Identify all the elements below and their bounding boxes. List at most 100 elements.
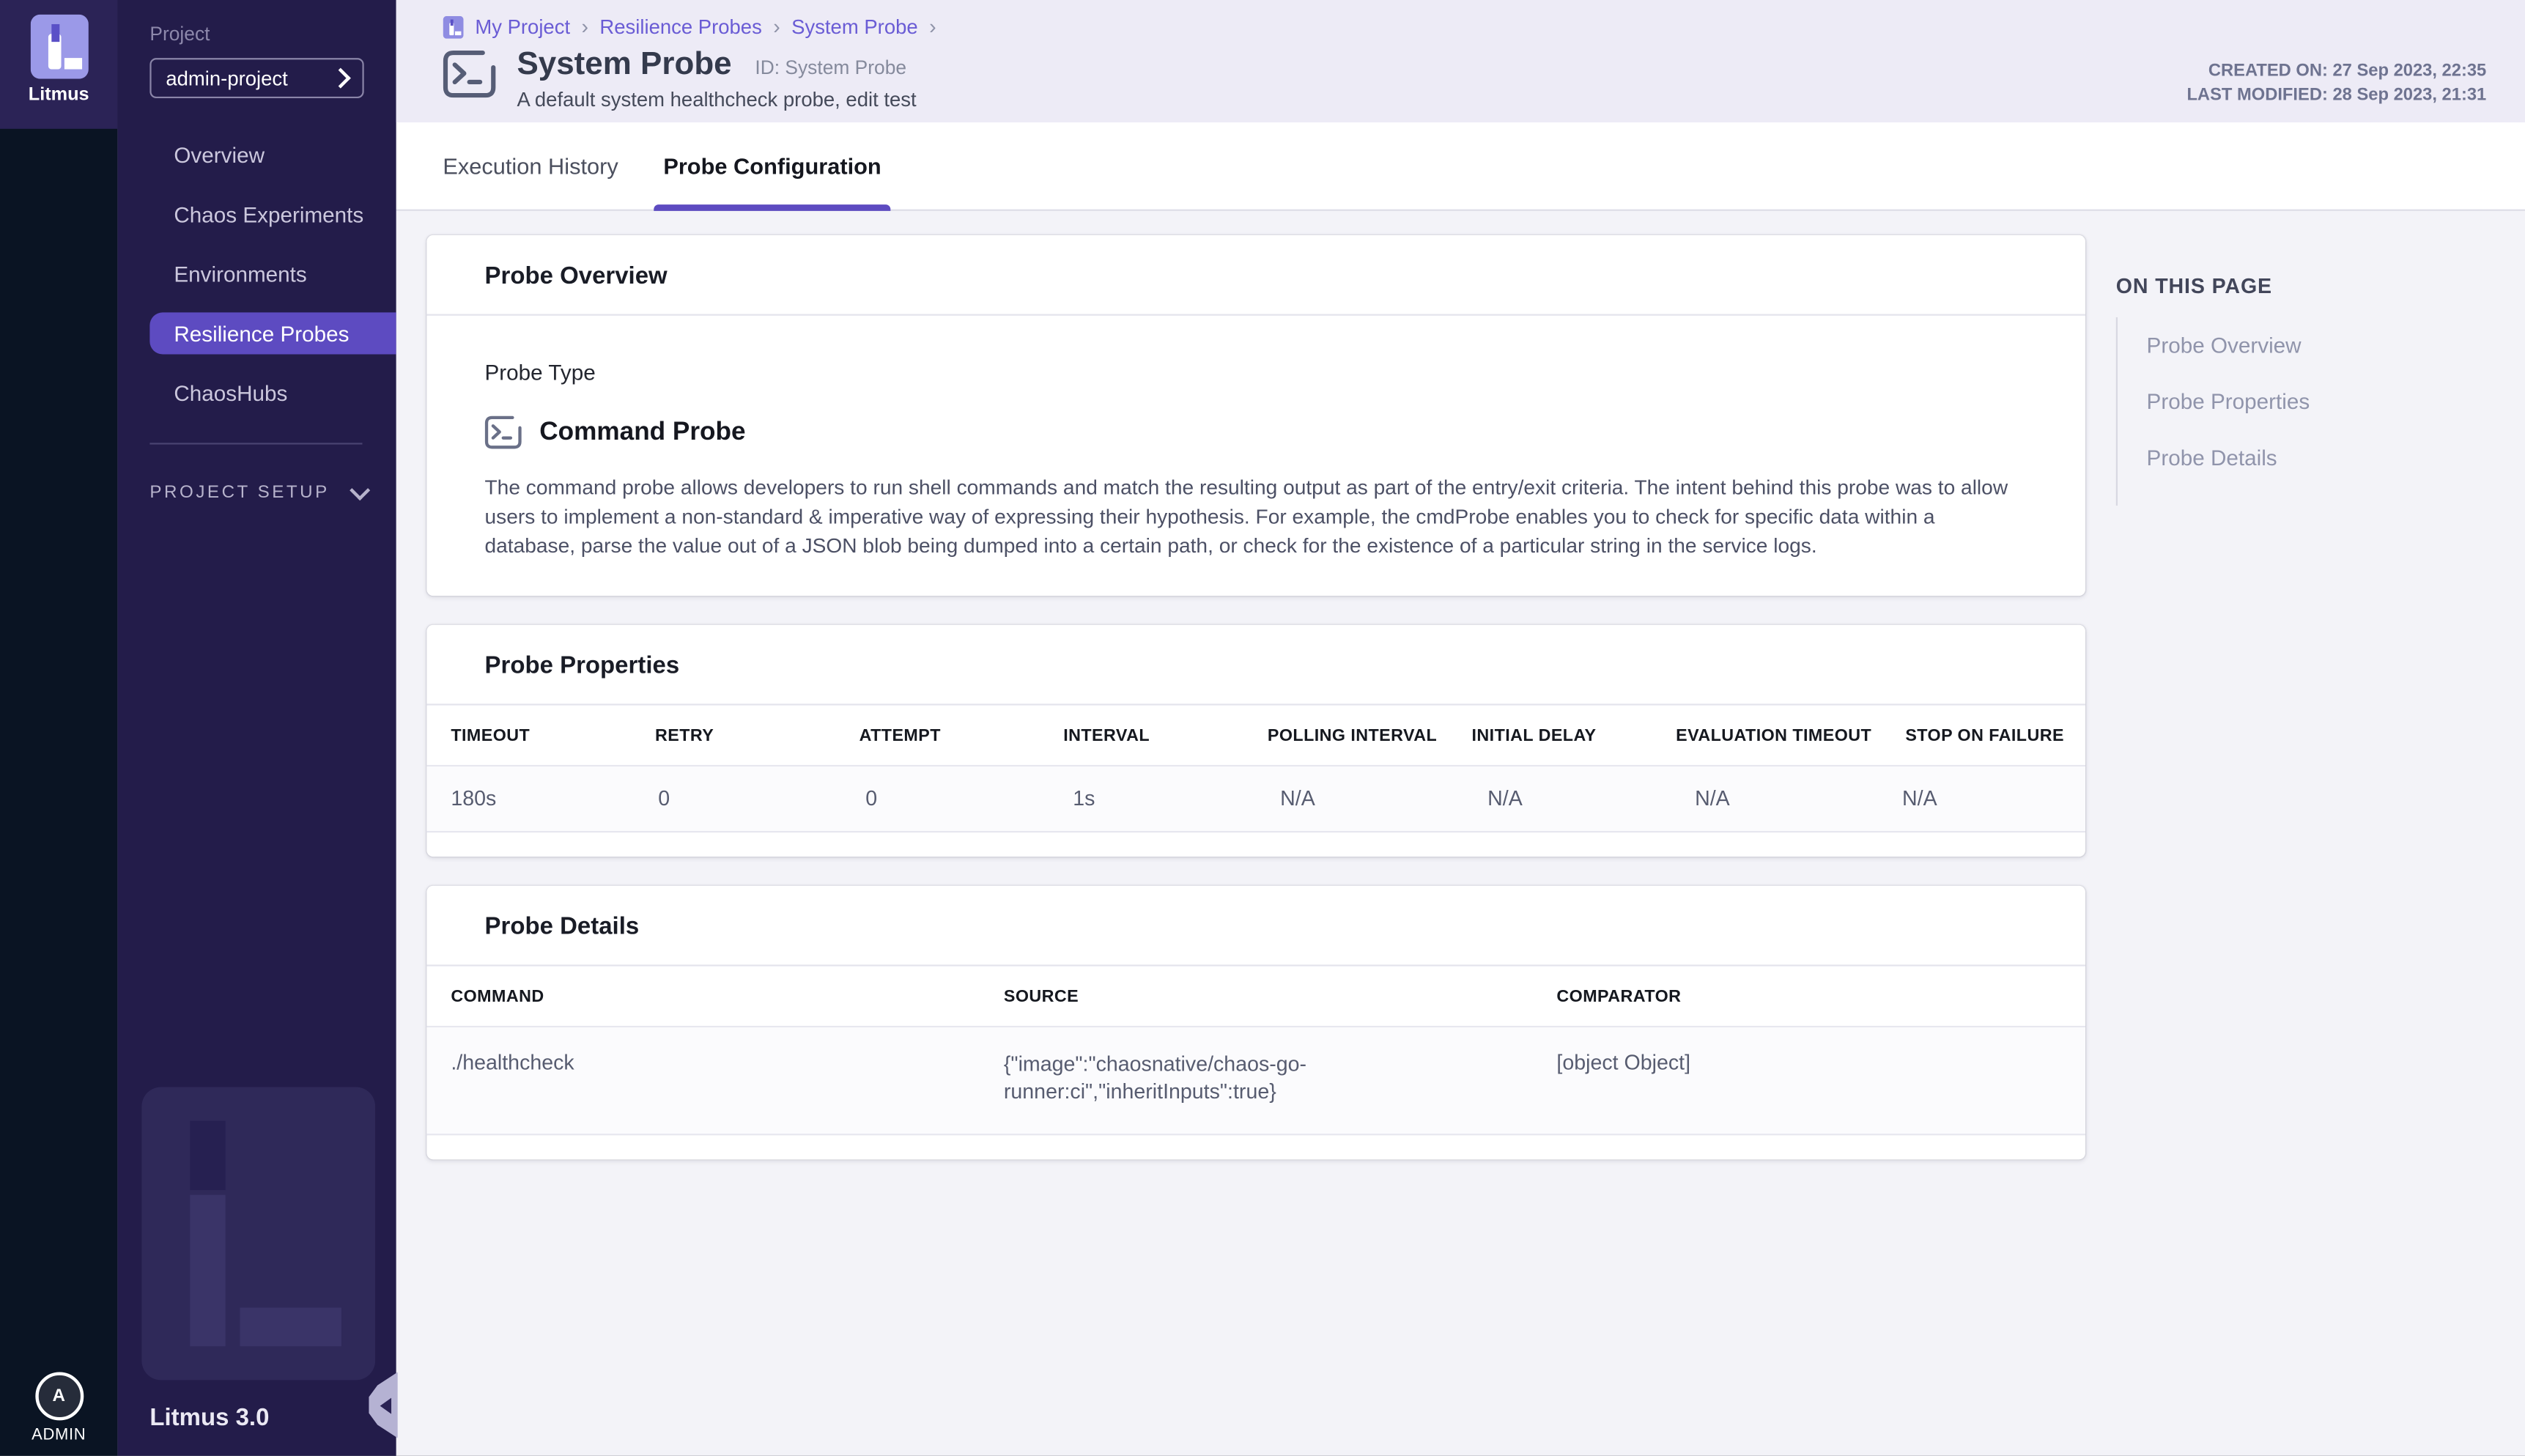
- comparator-value: [object Object]: [1532, 1027, 2085, 1134]
- on-this-page-panel: ON THIS PAGE Probe Overview Probe Proper…: [2116, 235, 2518, 506]
- column-header: POLLING INTERVAL: [1243, 706, 1448, 765]
- breadcrumb-link-resilience-probes[interactable]: Resilience Probes: [599, 15, 761, 38]
- card-heading: Probe Details: [426, 886, 2085, 967]
- admin-label: ADMIN: [32, 1427, 86, 1444]
- litmus-app: Litmus A ADMIN Project admin-project Ove…: [0, 0, 2525, 1456]
- on-this-page-heading: ON THIS PAGE: [2116, 274, 2518, 298]
- column-header: ATTEMPT: [835, 706, 1040, 765]
- chevron-right-icon: [330, 68, 351, 89]
- toc-link-probe-details[interactable]: Probe Details: [2147, 446, 2519, 470]
- column-header: EVALUATION TIMEOUT: [1652, 706, 1881, 765]
- probe-overview-body: Probe Type Command Probe The command pro…: [426, 316, 2085, 596]
- tab-probe-configuration[interactable]: Probe Configuration: [654, 122, 891, 210]
- breadcrumb-link-system-probe[interactable]: System Probe: [791, 15, 918, 38]
- card-heading: Probe Overview: [426, 235, 2085, 316]
- watermark-shape: [240, 1308, 341, 1347]
- terminal-icon: [443, 50, 496, 98]
- probe-subtitle: A default system healthcheck probe, edit…: [517, 89, 916, 111]
- tab-label: Probe Configuration: [663, 153, 881, 179]
- sidebar-item-label: Chaos Experiments: [174, 202, 363, 226]
- timeout-value: 180s: [426, 766, 634, 831]
- project-selector[interactable]: admin-project: [149, 58, 363, 98]
- admin-profile[interactable]: A ADMIN: [0, 1372, 117, 1444]
- probe-details-card: Probe Details COMMAND SOURCE COMPARATOR …: [426, 886, 2085, 1160]
- retry-value: 0: [634, 766, 841, 831]
- tab-label: Execution History: [443, 153, 618, 179]
- project-name: admin-project: [166, 67, 287, 89]
- attempt-value: 0: [841, 766, 1049, 831]
- toc-link-probe-overview[interactable]: Probe Overview: [2147, 333, 2519, 358]
- litmus-logo-label: Litmus: [29, 85, 89, 104]
- page-header: My Project › Resilience Probes › System …: [396, 0, 2525, 122]
- cards-column: Probe Overview Probe Type Command Probe …: [426, 235, 2085, 1189]
- sidebar-item-overview[interactable]: Overview: [117, 133, 396, 175]
- sidebar-item-label: Environments: [174, 262, 306, 286]
- probe-type-name: Command Probe: [539, 418, 745, 447]
- title-block: System Probe ID: System Probe A default …: [517, 47, 916, 111]
- sidebar-item-label: Resilience Probes: [174, 321, 349, 345]
- probe-type-row: Command Probe: [485, 415, 2027, 449]
- column-header: COMMAND: [426, 967, 980, 1026]
- probe-id-label: ID: System Probe: [755, 56, 906, 79]
- sidebar-item-label: ChaosHubs: [174, 381, 287, 405]
- evaluation-timeout-value: N/A: [1671, 766, 1878, 831]
- tab-bar: Execution History Probe Configuration: [396, 122, 2525, 211]
- litmus-logo[interactable]: Litmus: [0, 0, 117, 129]
- sidebar-item-environments[interactable]: Environments: [117, 253, 396, 295]
- details-header-row: COMMAND SOURCE COMPARATOR: [426, 967, 2085, 1028]
- card-footer-spacer: [426, 832, 2085, 857]
- avatar: A: [34, 1372, 83, 1420]
- created-on: CREATED ON: 27 Sep 2023, 22:35: [2186, 59, 2486, 83]
- terminal-icon: [485, 415, 522, 449]
- card-footer-spacer: [426, 1135, 2085, 1159]
- tab-content: Probe Overview Probe Type Command Probe …: [396, 211, 2525, 1456]
- sidebar-item-label: Overview: [174, 142, 265, 166]
- left-rail: Litmus A ADMIN: [0, 0, 117, 1456]
- probe-overview-card: Probe Overview Probe Type Command Probe …: [426, 235, 2085, 596]
- command-value: ./healthcheck: [426, 1027, 980, 1134]
- column-header: STOP ON FAILURE: [1881, 706, 2085, 765]
- sidebar-nav: Overview Chaos Experiments Environments …: [117, 133, 396, 413]
- sidebar-divider: [149, 443, 362, 444]
- sidebar-item-chaoshubs[interactable]: ChaosHubs: [117, 372, 396, 414]
- page-title: System Probe: [517, 47, 731, 82]
- probe-type-label: Probe Type: [485, 361, 2027, 385]
- column-header: INTERVAL: [1039, 706, 1243, 765]
- watermark-shape: [190, 1121, 225, 1191]
- source-json: {"image":"chaosnative/chaos-go-runner:ci…: [1004, 1050, 1345, 1105]
- breadcrumb-separator: ›: [581, 15, 588, 39]
- tab-execution-history[interactable]: Execution History: [433, 122, 628, 210]
- sidebar: Project admin-project Overview Chaos Exp…: [117, 0, 396, 1456]
- polling-interval-value: N/A: [1256, 766, 1463, 831]
- initial-delay-value: N/A: [1463, 766, 1671, 831]
- main-area: My Project › Resilience Probes › System …: [396, 0, 2525, 1456]
- litmus-logo-icon: [30, 15, 88, 79]
- watermark-shape: [190, 1195, 225, 1347]
- column-header: SOURCE: [980, 967, 1533, 1026]
- source-value: {"image":"chaosnative/chaos-go-runner:ci…: [980, 1027, 1533, 1134]
- project-label: Project: [149, 23, 396, 45]
- sidebar-item-resilience-probes[interactable]: Resilience Probes: [149, 312, 396, 354]
- project-setup-toggle[interactable]: PROJECT SETUP: [149, 483, 396, 502]
- collapse-arrow-icon: [380, 1397, 391, 1413]
- breadcrumb-separator: ›: [773, 15, 780, 39]
- chevron-down-icon: [349, 480, 369, 500]
- project-setup-label: PROJECT SETUP: [149, 483, 329, 502]
- probe-type-description: The command probe allows developers to r…: [485, 473, 2027, 561]
- column-header: COMPARATOR: [1532, 967, 2085, 1026]
- column-header: RETRY: [631, 706, 835, 765]
- breadcrumb: My Project › Resilience Probes › System …: [443, 0, 2525, 39]
- details-value-row: ./healthcheck {"image":"chaosnative/chao…: [426, 1027, 2085, 1135]
- properties-value-row: 180s 0 0 1s N/A N/A N/A N/A: [426, 766, 2085, 832]
- breadcrumb-link-my-project[interactable]: My Project: [475, 15, 570, 38]
- properties-header-row: TIMEOUT RETRY ATTEMPT INTERVAL POLLING I…: [426, 706, 2085, 767]
- litmus-breadcrumb-icon: [443, 15, 464, 38]
- column-header: TIMEOUT: [426, 706, 631, 765]
- last-modified: LAST MODIFIED: 28 Sep 2023, 21:31: [2186, 83, 2486, 106]
- on-this-page-links: Probe Overview Probe Properties Probe De…: [2116, 317, 2518, 506]
- sidebar-item-chaos-experiments[interactable]: Chaos Experiments: [117, 193, 396, 235]
- breadcrumb-separator: ›: [929, 15, 936, 39]
- litmus-watermark: [141, 1087, 375, 1380]
- stop-on-failure-value: N/A: [1878, 766, 2085, 831]
- toc-link-probe-properties[interactable]: Probe Properties: [2147, 390, 2519, 414]
